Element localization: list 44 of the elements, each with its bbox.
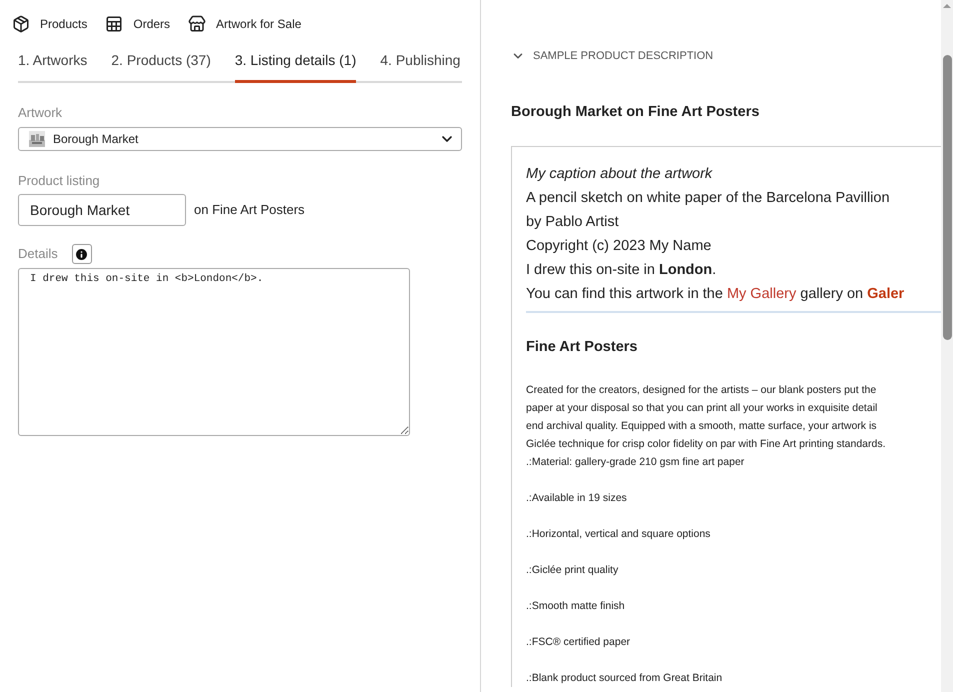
feature-text: .:Available in 19 sizes bbox=[526, 490, 628, 506]
details-field[interactable]: I drew this on-site in <b>London</b>. bbox=[18, 268, 410, 436]
feature-text: .:FSC® certified paper bbox=[526, 634, 632, 650]
description-text: Copyright (c) 2023 My Name bbox=[526, 236, 712, 256]
listing-name-field[interactable]: Borough Market bbox=[18, 194, 186, 226]
product-title: Fine Art Posters bbox=[526, 338, 638, 357]
field-label: Artwork bbox=[18, 104, 64, 122]
artwork-select[interactable]: Borough Market bbox=[18, 126, 462, 150]
info-button[interactable] bbox=[72, 244, 92, 264]
field-label: Details bbox=[18, 245, 58, 264]
select-value: Borough Market bbox=[53, 130, 140, 148]
description-text: paper at your disposal so that you can print all your works in exquisite detail bbox=[526, 400, 878, 416]
description-text: Giclée technique for crisp color fidelity on par with Fine Art printing standards. bbox=[526, 436, 887, 452]
table-icon bbox=[105, 15, 124, 33]
description-text: by Pablo Artist bbox=[526, 212, 620, 232]
field-label: Product listing bbox=[18, 172, 101, 190]
caption-text: My caption about the artwork bbox=[526, 164, 714, 184]
description-text: Created for the creators, designed for the artists – our blank posters put the bbox=[526, 382, 878, 398]
box-icon bbox=[12, 15, 30, 33]
section-toggle[interactable]: SAMPLE PRODUCT DESCRIPTION bbox=[511, 48, 941, 64]
description-text: .:Material: gallery-grade 210 gsm fine art paper bbox=[526, 454, 746, 470]
nav-link[interactable]: Orders bbox=[105, 15, 170, 33]
step-tab[interactable]: 3. Listing details (1) bbox=[234, 48, 356, 83]
nav-link[interactable]: Artwork for Sale bbox=[188, 15, 302, 33]
step-tab[interactable]: 2. Products (37) bbox=[111, 48, 211, 83]
feature-text: .:Smooth matte finish bbox=[526, 598, 626, 614]
feature-text: .:Blank product sourced from Great Britain bbox=[526, 670, 724, 686]
description-text: You can find this artwork in the bbox=[526, 284, 723, 304]
feature-text: .:Horizontal, vertical and square options bbox=[526, 526, 712, 542]
nav-link[interactable]: Products bbox=[12, 15, 88, 33]
description-text: A pencil sketch on white paper of the Barcelona Pavillion bbox=[526, 188, 891, 208]
step-tab[interactable]: 4. Publishing bbox=[380, 48, 460, 83]
preview-heading: Borough Market on Fine Art Posters bbox=[511, 103, 760, 122]
scrollbar[interactable] bbox=[941, 0, 953, 692]
store-icon bbox=[188, 15, 206, 33]
gallery-link[interactable]: My Gallery bbox=[726, 282, 796, 306]
step-tab[interactable]: 1. Artworks bbox=[18, 48, 88, 83]
description-text: end archival quality. Equipped with a smooth, matte surface, your artwork is bbox=[526, 418, 878, 434]
feature-text: .:Giclée print quality bbox=[526, 562, 620, 578]
description-text: gallery on bbox=[800, 284, 864, 304]
info-icon bbox=[74, 246, 90, 262]
site-link[interactable]: Galer bbox=[867, 282, 904, 306]
listing-suffix: on Fine Art Posters bbox=[194, 201, 305, 220]
description-text: I drew this on-site in London. bbox=[526, 260, 718, 280]
